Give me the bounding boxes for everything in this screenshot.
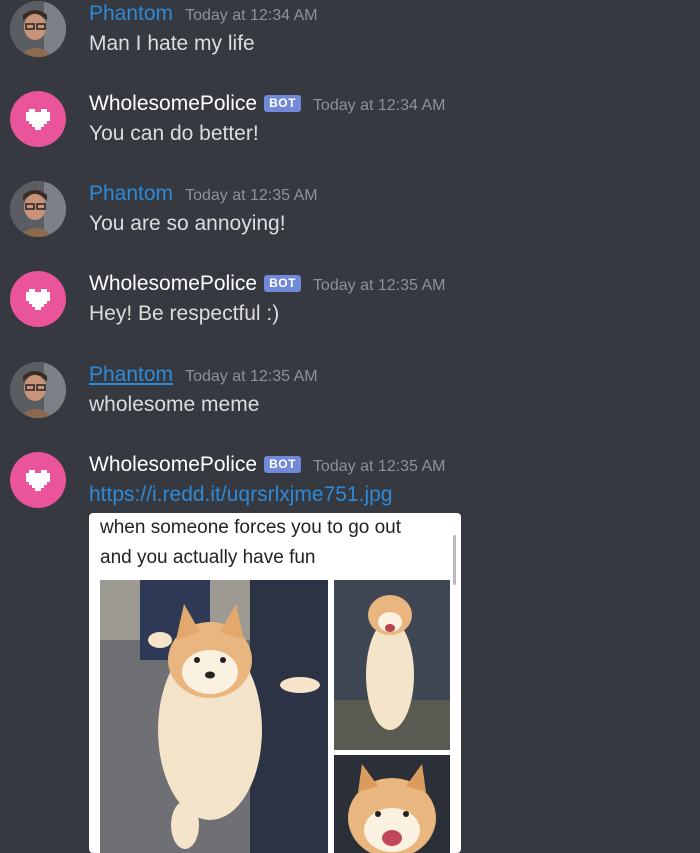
user-avatar[interactable] xyxy=(10,1,66,57)
timestamp: Today at 12:35 AM xyxy=(185,187,318,204)
pixel-heart-icon xyxy=(26,289,50,310)
message-text: Man I hate my life xyxy=(89,32,255,55)
image-embed[interactable]: when someone forces you to go out and yo… xyxy=(89,513,461,853)
username[interactable]: WholesomePolice xyxy=(89,451,257,479)
pixel-heart-icon xyxy=(26,109,50,130)
user-avatar[interactable] xyxy=(10,181,66,237)
message-link[interactable]: https://i.redd.it/uqrsrlxjme751.jpg xyxy=(89,481,392,509)
meme-caption: when someone forces you to go out and yo… xyxy=(100,517,402,568)
bot-badge: BOT xyxy=(264,275,301,292)
username[interactable]: Phantom xyxy=(89,180,173,208)
bot-avatar[interactable] xyxy=(10,91,66,147)
pixel-heart-icon xyxy=(26,470,50,491)
timestamp: Today at 12:34 AM xyxy=(312,97,446,114)
user-avatar[interactable] xyxy=(10,362,66,418)
username[interactable]: Phantom xyxy=(89,361,173,389)
timestamp: Today at 12:34 AM xyxy=(185,7,318,24)
username[interactable]: WholesomePolice xyxy=(89,270,257,298)
user-photo-avatar xyxy=(10,362,66,418)
meme-dog-photo xyxy=(100,580,450,853)
username[interactable]: WholesomePolice xyxy=(89,90,257,118)
bot-avatar[interactable] xyxy=(10,271,66,327)
message-text: You are so annoying! xyxy=(89,212,286,235)
timestamp: Today at 12:35 AM xyxy=(185,368,318,385)
bot-avatar[interactable] xyxy=(10,452,66,508)
embed-scrollbar[interactable] xyxy=(453,535,456,585)
message-text: You can do better! xyxy=(89,122,259,145)
timestamp: Today at 12:35 AM xyxy=(312,277,446,294)
timestamp: Today at 12:35 AM xyxy=(312,458,446,475)
bot-badge: BOT xyxy=(264,456,301,473)
user-photo-avatar xyxy=(10,181,66,237)
message-text: Hey! Be respectful :) xyxy=(89,302,280,325)
message-text: wholesome meme xyxy=(89,393,260,416)
bot-badge: BOT xyxy=(264,95,301,112)
user-photo-avatar xyxy=(10,1,66,57)
username[interactable]: Phantom xyxy=(89,0,173,28)
